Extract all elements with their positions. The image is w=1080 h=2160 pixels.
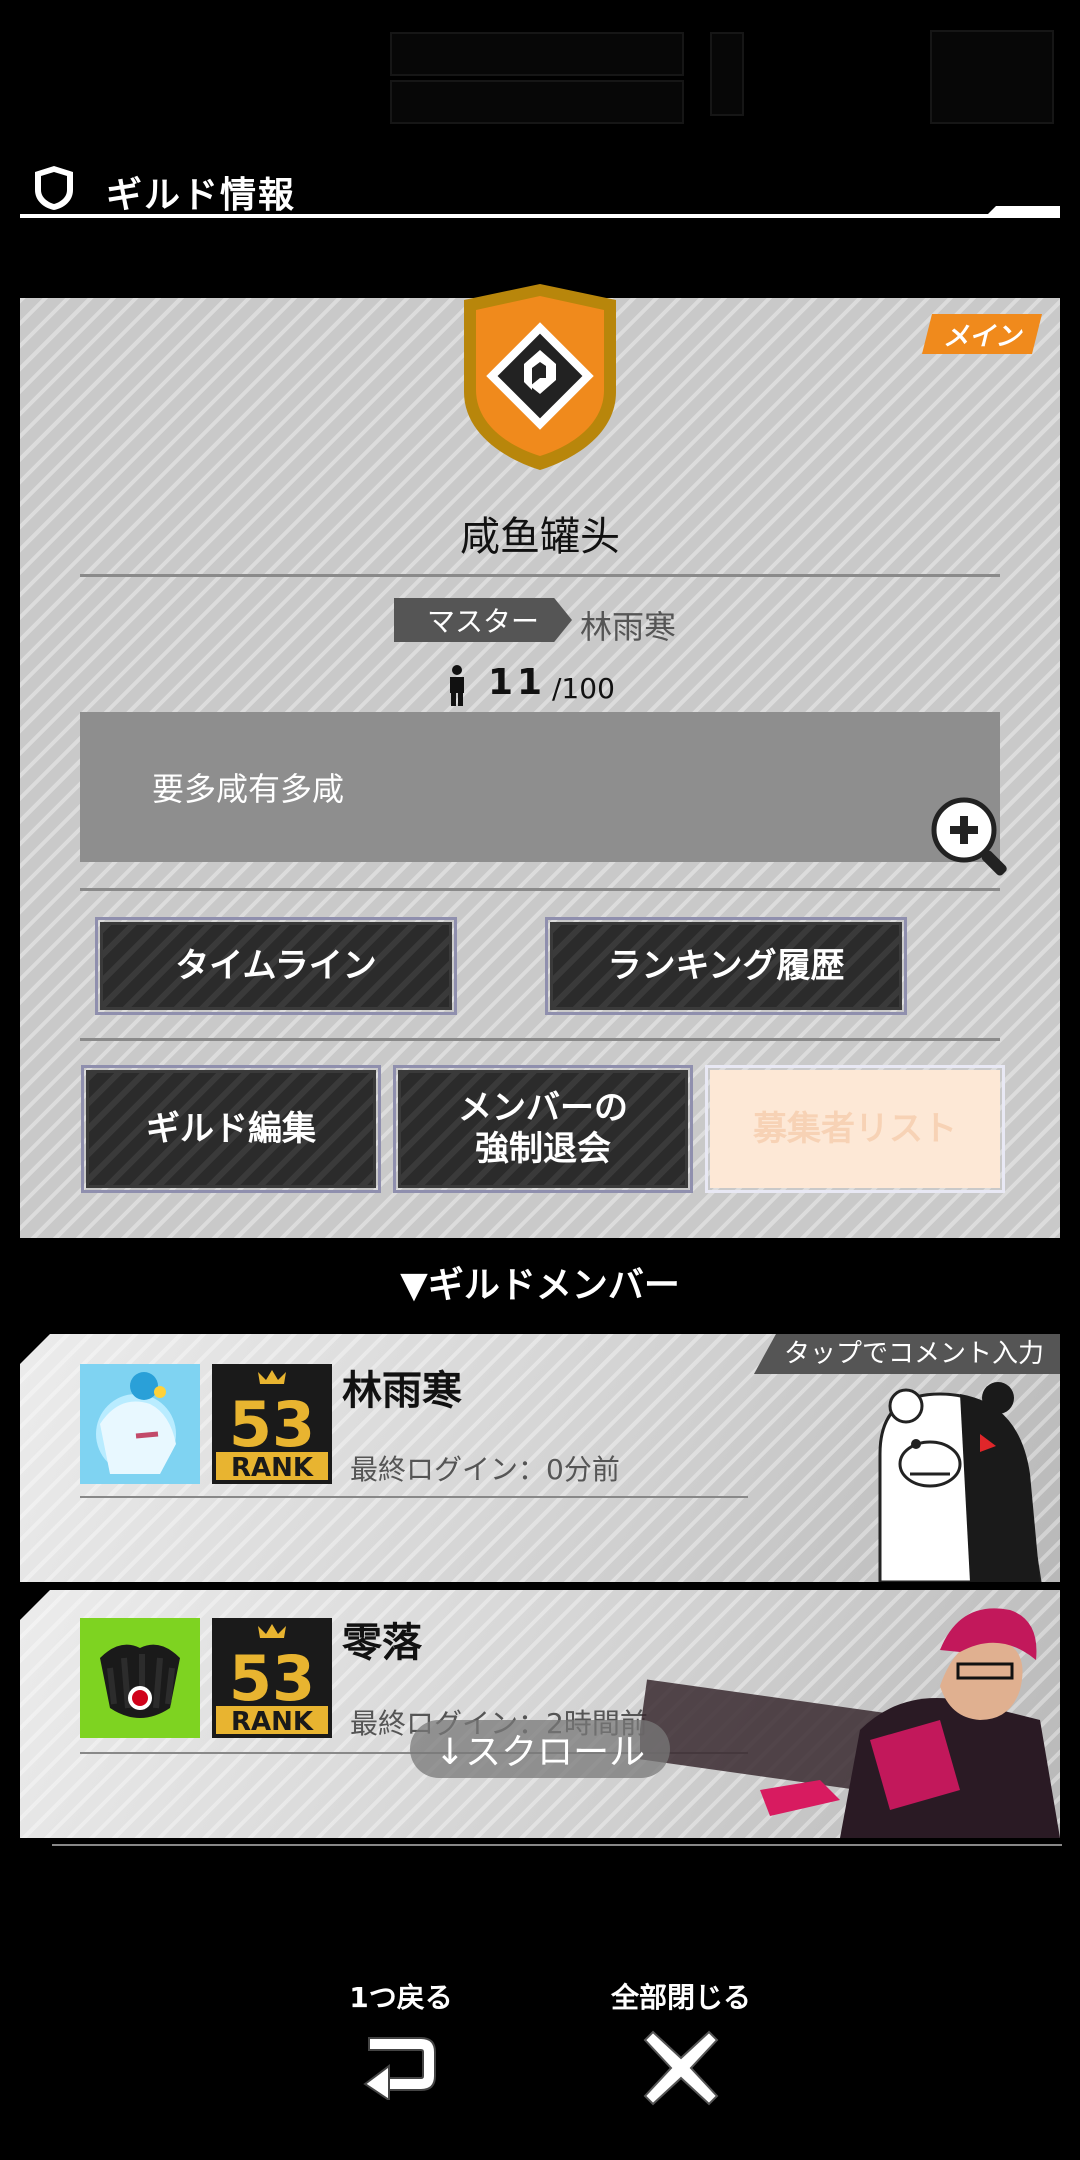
scroll-hint: ↓スクロール [410, 1720, 670, 1778]
guild-name: 咸鱼罐头 [460, 514, 620, 560]
member-card[interactable]: タップでコメント入力 53 RANK 林雨寒 最終ログイン：0分前 [20, 1334, 1060, 1582]
main-guild-tag: メイン [922, 314, 1042, 354]
guild-info-panel: メイン 咸鱼罐头 マスター 林雨寒 11 /100 要多咸有多咸 タイムライン … [20, 284, 1060, 1238]
force-leave-label-line2: 強制退会 [475, 1129, 611, 1169]
divider [52, 1844, 1062, 1846]
guild-emblem-icon [464, 284, 616, 470]
character-art [640, 1608, 1060, 1838]
background-nav [0, 1960, 1080, 2160]
shield-icon [35, 166, 73, 210]
guild-master-row: マスター 林雨寒 [20, 598, 1060, 646]
member-card[interactable]: 53 RANK 零落 最終ログイン：2時間前 [20, 1590, 1060, 1838]
back-arrow-icon [363, 2037, 436, 2102]
member-count-row: 11 /100 [20, 660, 1060, 710]
background-status-bar [0, 20, 1080, 130]
master-name: 林雨寒 [580, 608, 677, 646]
rank-badge: 53 RANK [212, 1364, 332, 1484]
back-label: 1つ戻る [349, 1981, 453, 2014]
rank-number: 53 [229, 1642, 315, 1715]
member-max: /100 [552, 672, 615, 705]
divider [80, 888, 1000, 891]
monokuma-character-art [878, 1382, 1042, 1582]
guild-info-header: ギルド情報 [20, 160, 1060, 220]
header-divider-accent [986, 206, 1060, 216]
person-icon [450, 665, 464, 706]
close-icon [643, 2030, 719, 2106]
guild-members-title: ▼ギルドメンバー [400, 1265, 680, 1306]
master-label: マスター [394, 598, 572, 642]
divider [80, 574, 1000, 577]
last-login: 最終ログイン：0分前 [350, 1453, 620, 1486]
zoom-in-icon[interactable] [930, 796, 1014, 880]
guild-description-box: 要多咸有多咸 [80, 712, 1007, 876]
timeline-button[interactable]: タイムライン [95, 917, 457, 1015]
page-title: ギルド情報 [106, 175, 297, 216]
guild-edit-button[interactable]: ギルド編集 [81, 1065, 381, 1193]
rank-label: RANK [231, 1453, 314, 1483]
divider [80, 1496, 748, 1498]
member-count: 11 [488, 662, 547, 703]
back-button[interactable]: 1つ戻る [336, 1976, 466, 2104]
close-all-label: 全部閉じる [610, 1981, 751, 2014]
applicant-list-button[interactable]: 募集者リスト [705, 1065, 1005, 1193]
rank-badge: 53 RANK [212, 1618, 332, 1738]
header-divider [20, 214, 1060, 218]
force-leave-label-line1: メンバーの [458, 1088, 628, 1129]
member-avatar [80, 1618, 200, 1738]
member-name: 林雨寒 [342, 1368, 462, 1414]
close-all-button[interactable]: 全部閉じる [596, 1976, 766, 2112]
member-name: 零落 [342, 1620, 422, 1666]
force-leave-button[interactable]: メンバーの 強制退会 [393, 1065, 693, 1193]
member-avatar [80, 1364, 200, 1484]
guild-description: 要多咸有多咸 [152, 770, 345, 808]
rank-label: RANK [231, 1707, 314, 1737]
ranking-history-button[interactable]: ランキング履歴 [545, 917, 907, 1015]
divider [80, 1038, 1000, 1041]
rank-number: 53 [229, 1388, 315, 1461]
